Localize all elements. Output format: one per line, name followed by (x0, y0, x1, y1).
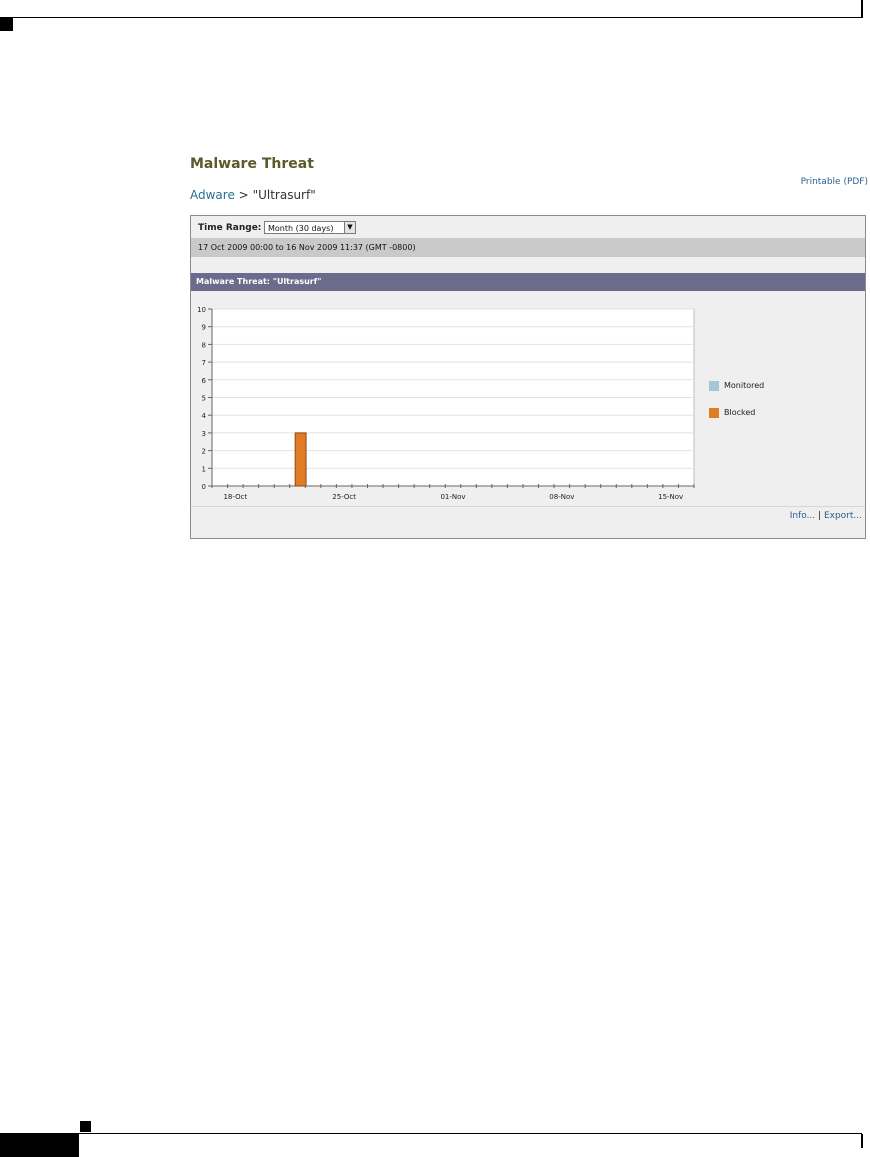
bottom-right-tick (861, 1134, 863, 1148)
x-tick-label: 25-Oct (332, 493, 356, 501)
time-range-row: Time Range: Month (30 days) ▼ (191, 216, 865, 238)
x-tick-label: 08-Nov (549, 493, 574, 501)
bottom-left-block (0, 1134, 79, 1157)
info-link[interactable]: Info... (790, 511, 815, 521)
time-range-value: Month (30 days) (268, 224, 334, 233)
chart-header: Malware Threat: "Ultrasurf" (191, 273, 865, 291)
breadcrumb-separator: > (238, 188, 249, 202)
y-tick-label: 8 (202, 341, 206, 349)
top-left-marker (0, 18, 13, 31)
panel-footer-divider (191, 506, 865, 507)
y-tick-label: 0 (202, 483, 206, 491)
legend-label-monitored: Monitored (724, 381, 765, 390)
breadcrumb-current: "Ultrasurf" (252, 188, 316, 202)
time-range-select[interactable]: Month (30 days) ▼ (264, 221, 356, 234)
panel-footer-links: Info... | Export... (790, 511, 862, 521)
y-tick-label: 1 (202, 465, 206, 473)
malware-chart: 0 1 2 3 4 5 6 7 8 9 10 18-Oct 25-Oct 01-Nov 08-Nov 15-N… (197, 306, 695, 501)
legend-label-blocked: Blocked (724, 408, 756, 417)
y-tick-label: 5 (202, 395, 206, 403)
bottom-marker (80, 1121, 91, 1132)
top-rule (0, 17, 862, 18)
breadcrumb: Adware > "Ultrasurf" (190, 188, 316, 202)
top-right-tick (861, 0, 863, 18)
y-tick-label: 2 (202, 448, 206, 456)
page-title: Malware Threat (190, 156, 314, 172)
y-tick-label: 3 (202, 430, 206, 438)
legend-swatch-monitored (709, 381, 719, 391)
export-link[interactable]: Export... (824, 511, 862, 521)
x-tick-label: 18-Oct (223, 493, 247, 501)
y-tick-label: 4 (202, 412, 207, 420)
bottom-rule (0, 1133, 862, 1134)
x-tick-label: 01-Nov (440, 493, 465, 501)
time-range-label: Time Range: (198, 223, 262, 233)
y-tick-label: 7 (202, 359, 206, 367)
y-tick-label: 10 (197, 306, 206, 314)
x-tick-label: 15-Nov (658, 493, 683, 501)
printable-pdf-link[interactable]: Printable (PDF) (801, 177, 868, 187)
report-panel: Time Range: Month (30 days) ▼ 17 Oct 200… (190, 215, 866, 539)
y-tick-label: 9 (202, 324, 206, 332)
link-separator: | (818, 511, 822, 521)
breadcrumb-adware-link[interactable]: Adware (190, 188, 235, 202)
y-tick-label: 6 (202, 377, 207, 385)
legend-swatch-blocked (709, 408, 719, 418)
bar-blocked (294, 432, 307, 487)
date-range-text: 17 Oct 2009 00:00 to 16 Nov 2009 11:37 (… (191, 238, 865, 257)
chevron-down-icon[interactable]: ▼ (344, 221, 356, 234)
